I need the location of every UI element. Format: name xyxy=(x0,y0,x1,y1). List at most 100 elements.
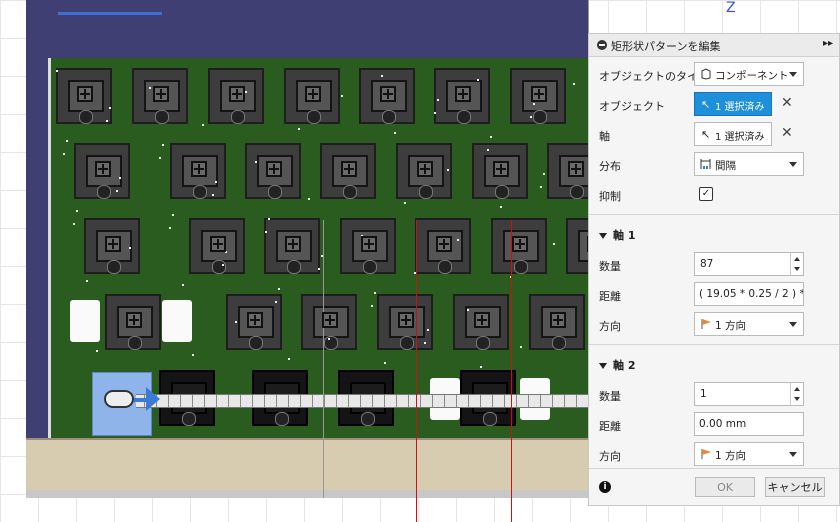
chevron-down-icon xyxy=(789,72,797,77)
key-switch[interactable] xyxy=(170,143,226,199)
pcb-pad-dot xyxy=(149,87,151,89)
key-switch[interactable] xyxy=(264,218,320,274)
pcb-pad-dot xyxy=(467,309,469,311)
stepper-down-icon[interactable] xyxy=(794,397,800,401)
direction-arrow-icon[interactable] xyxy=(146,387,160,411)
case-bottom xyxy=(26,438,588,492)
pcb-pad-dot xyxy=(162,144,164,146)
pcb-pad-dot xyxy=(447,169,449,171)
clear-objects-icon[interactable]: ✕ xyxy=(781,95,793,111)
pattern-handle[interactable] xyxy=(104,390,134,408)
distribution-label: 分布 xyxy=(599,160,621,173)
suppress-label: 抑制 xyxy=(599,190,621,203)
red-guide-line xyxy=(511,220,512,522)
key-switch[interactable] xyxy=(472,143,528,199)
key-switch[interactable] xyxy=(340,218,396,274)
key-switch[interactable] xyxy=(301,294,357,350)
chevron-down-icon xyxy=(789,162,797,167)
axis2-quantity-input[interactable]: 1 xyxy=(694,382,804,406)
cancel-button[interactable]: キャンセル xyxy=(765,477,825,497)
key-switch[interactable] xyxy=(491,218,547,274)
axis1-distance-value: ( 19.05 * 0.25 / 2 ) * 1 xyxy=(699,288,804,300)
spacing-icon xyxy=(700,159,711,169)
pcb-pad-dot xyxy=(278,288,280,290)
dialog-title: 矩形状パターンを編集 xyxy=(611,40,721,53)
cross-stem-icon xyxy=(512,236,528,252)
expand-icon[interactable]: ▸▸ xyxy=(823,38,833,49)
pcb-pad-dot xyxy=(76,210,78,212)
key-switch[interactable] xyxy=(415,218,471,274)
pcb-pad-dot xyxy=(129,247,131,249)
cross-stem-icon xyxy=(474,312,490,328)
key-switch[interactable] xyxy=(547,143,588,199)
key-switch[interactable] xyxy=(396,143,452,199)
pcb-pad-dot xyxy=(553,243,555,245)
distribution-dropdown[interactable]: 間隔 xyxy=(694,152,804,176)
axis2-distance-input[interactable]: 0.00 mm xyxy=(694,412,804,436)
quantity-stepper[interactable] xyxy=(790,383,803,405)
pcb-pad-dot xyxy=(192,354,194,356)
pcb-pad-dot xyxy=(437,99,439,101)
pcb-pad-dot xyxy=(457,239,459,241)
axis1-direction-label: 方向 xyxy=(599,320,621,333)
stepper-up-icon[interactable] xyxy=(794,387,800,391)
cross-stem-icon xyxy=(361,236,377,252)
pcb-pad-dot xyxy=(371,305,373,307)
pcb-pad-dot xyxy=(487,149,489,151)
info-icon[interactable]: i xyxy=(599,481,611,493)
key-switch[interactable] xyxy=(529,294,585,350)
axis2-quantity-value: 1 xyxy=(700,388,707,400)
axis1-direction-value: 1 方向 xyxy=(715,320,747,332)
key-switch[interactable] xyxy=(208,68,264,124)
key-switch[interactable] xyxy=(105,294,161,350)
pcb-pad-dot xyxy=(573,83,575,85)
pcb-pad-dot xyxy=(268,218,270,220)
collapse-triangle-icon xyxy=(599,233,607,239)
axis2-distance-label: 距離 xyxy=(599,420,621,433)
key-switch[interactable] xyxy=(320,143,376,199)
axis1-quantity-input[interactable]: 87 xyxy=(694,252,804,276)
key-switch[interactable] xyxy=(74,143,130,199)
collapse-icon[interactable] xyxy=(597,40,607,50)
quantity-stepper[interactable] xyxy=(790,253,803,275)
key-switch[interactable] xyxy=(56,68,112,124)
key-switch[interactable] xyxy=(284,68,340,124)
axis1-section-header[interactable]: 軸 1 xyxy=(599,227,635,243)
axis-label: 軸 xyxy=(599,130,610,143)
key-switch[interactable] xyxy=(510,68,566,124)
3d-viewport[interactable] xyxy=(26,0,589,498)
stabilizer[interactable] xyxy=(70,300,100,342)
stepper-down-icon[interactable] xyxy=(794,267,800,271)
sketch-line xyxy=(58,12,162,15)
key-switch[interactable] xyxy=(245,143,301,199)
clear-axis-icon[interactable]: ✕ xyxy=(781,125,793,141)
key-switch[interactable] xyxy=(566,218,588,274)
key-switch[interactable] xyxy=(453,294,509,350)
key-switch[interactable] xyxy=(84,218,140,274)
objects-select-button[interactable]: ↖ 1 選択済み xyxy=(694,92,772,116)
pcb-pad-dot xyxy=(169,227,171,229)
axis1-distance-input[interactable]: ( 19.05 * 0.25 / 2 ) * 1 xyxy=(694,282,804,306)
object-type-dropdown[interactable]: コンポーネント xyxy=(694,62,804,86)
axis2-direction-dropdown[interactable]: 1 方向 xyxy=(694,442,804,466)
pcb-pad-dot xyxy=(328,338,330,340)
axis1-direction-dropdown[interactable]: 1 方向 xyxy=(694,312,804,336)
key-switch[interactable] xyxy=(434,68,490,124)
suppress-checkbox[interactable]: ✓ xyxy=(699,187,713,201)
axis1-section-title: 軸 1 xyxy=(613,229,636,242)
key-switch[interactable] xyxy=(359,68,415,124)
cross-stem-icon xyxy=(531,86,547,102)
axis2-section-header[interactable]: 軸 2 xyxy=(599,357,635,373)
dialog-header[interactable]: 矩形状パターンを編集 ▸▸ xyxy=(589,34,839,57)
key-switch[interactable] xyxy=(189,218,245,274)
pcb-pad-dot xyxy=(500,206,502,208)
axis2-distance-value: 0.00 mm xyxy=(699,418,747,430)
cross-stem-icon xyxy=(455,86,471,102)
stabilizer[interactable] xyxy=(162,300,192,342)
ok-button[interactable]: OK xyxy=(695,477,755,497)
stepper-up-icon[interactable] xyxy=(794,257,800,261)
axis-select-button[interactable]: ↖ 1 選択済み xyxy=(694,122,772,146)
axis1-quantity-value: 87 xyxy=(700,258,714,270)
cross-stem-icon xyxy=(568,161,584,177)
key-switch[interactable] xyxy=(132,68,188,124)
